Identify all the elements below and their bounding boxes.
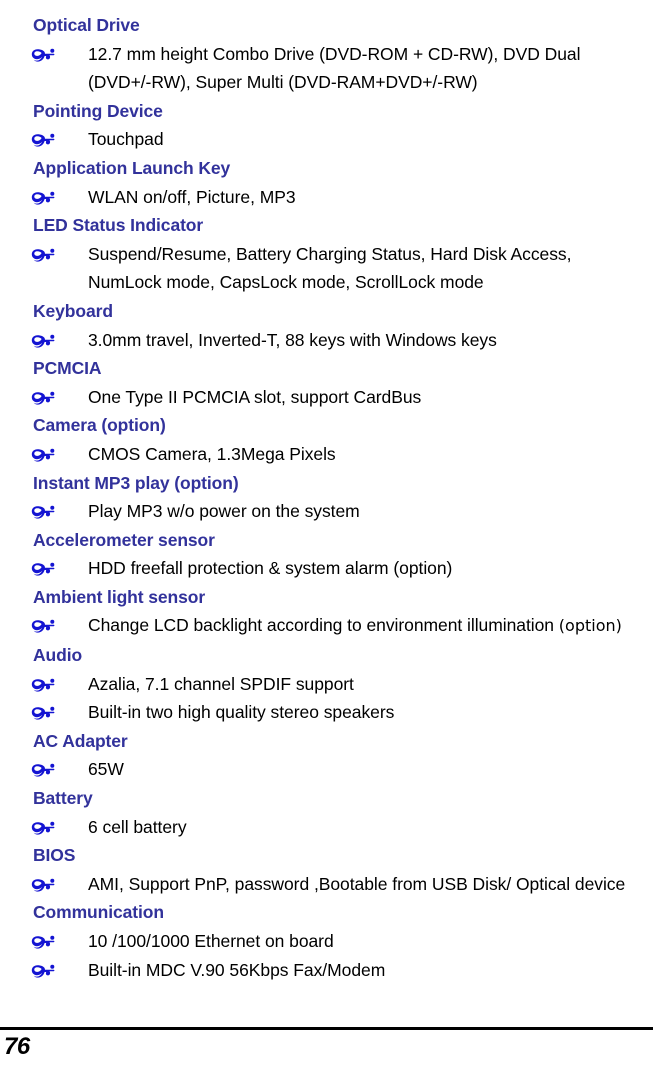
curly-loop-bullet-icon — [31, 670, 61, 699]
spec-section-2: Application Launch Key WLAN on/off, Pict… — [0, 154, 653, 211]
spec-bullet-text: HDD freefall protection & system alarm (… — [88, 558, 453, 579]
spec-bullet-item: WLAN on/off, Picture, MP3 — [0, 183, 653, 212]
spec-section-6: Camera (option) CMOS Camera, 1.3Mega Pix… — [0, 411, 653, 468]
section-heading: Communication — [33, 902, 164, 923]
spec-bullet-text: One Type II PCMCIA slot, support CardBus — [88, 386, 422, 407]
spec-bullet-text: WLAN on/off, Picture, MP3 — [88, 186, 296, 207]
section-heading: Audio — [33, 645, 83, 666]
spec-bullet-item: 6 cell battery — [0, 813, 653, 842]
curly-loop-bullet-icon — [31, 698, 61, 727]
spec-bullet-text: Change LCD backlight according to enviro… — [88, 615, 622, 636]
curly-loop-bullet-icon — [31, 183, 61, 212]
spec-section-11: AC Adapter 65W — [0, 727, 653, 784]
spec-section-12: Battery 6 cell battery — [0, 784, 653, 841]
section-heading: Pointing Device — [33, 100, 163, 121]
spec-bullet-text: AMI, Support PnP, password ,Bootable fro… — [88, 873, 626, 894]
section-heading: Keyboard — [33, 300, 113, 321]
spec-bullet-item: HDD freefall protection & system alarm (… — [0, 554, 653, 583]
spec-bullet-text: 65W — [88, 759, 124, 780]
spec-bullet-item: Change LCD backlight according to enviro… — [0, 611, 653, 641]
spec-bullet-item: Touchpad — [0, 125, 653, 154]
document-page: Optical Drive 12.7 mm height Combo Drive… — [0, 0, 653, 1077]
page-number: 76 — [4, 1033, 30, 1060]
curly-loop-bullet-icon — [31, 326, 61, 355]
spec-bullet-text: Play MP3 w/o power on the system — [88, 501, 360, 522]
specification-list: Optical Drive 12.7 mm height Combo Drive… — [0, 11, 653, 984]
spec-bullet-item: Azalia, 7.1 channel SPDIF support — [0, 670, 653, 699]
spec-bullet-item: Built-in MDC V.90 56Kbps Fax/Modem — [0, 956, 653, 985]
spec-section-0: Optical Drive 12.7 mm height Combo Drive… — [0, 11, 653, 97]
spec-bullet-text: Azalia, 7.1 channel SPDIF support — [88, 673, 354, 694]
curly-loop-bullet-icon — [31, 125, 61, 154]
spec-bullet-item: Play MP3 w/o power on the system — [0, 497, 653, 526]
spec-section-5: PCMCIA One Type II PCMCIA slot, support … — [0, 354, 653, 411]
spec-section-9: Ambient light sensor Change LCD backligh… — [0, 583, 653, 641]
curly-loop-bullet-icon — [31, 927, 61, 956]
curly-loop-bullet-icon — [31, 497, 61, 526]
spec-bullet-text: Built-in two high quality stereo speaker… — [88, 702, 395, 723]
spec-section-8: Accelerometer sensor HDD freefall protec… — [0, 526, 653, 583]
spec-bullet-item: 3.0mm travel, Inverted-T, 88 keys with W… — [0, 326, 653, 355]
spec-bullet-text: 12.7 mm height Combo Drive (DVD-ROM + CD… — [88, 43, 586, 93]
curly-loop-bullet-icon — [31, 611, 61, 640]
section-heading: PCMCIA — [33, 358, 102, 379]
footer-divider — [0, 1027, 653, 1030]
spec-section-13: BIOS AMI, Support PnP, password ,Bootabl… — [0, 841, 653, 898]
spec-bullet-text: Suspend/Resume, Battery Charging Status,… — [88, 243, 577, 293]
spec-bullet-text: 6 cell battery — [88, 816, 187, 837]
spec-bullet-item: 65W — [0, 755, 653, 784]
spec-bullet-text: 10 /100/1000 Ethernet on board — [88, 931, 334, 951]
curly-loop-bullet-icon — [31, 554, 61, 583]
page-footer: 76 — [0, 1027, 653, 1077]
curly-loop-bullet-icon — [31, 240, 61, 269]
section-heading: Ambient light sensor — [33, 586, 206, 607]
curly-loop-bullet-icon — [31, 440, 61, 469]
section-heading: Accelerometer sensor — [33, 529, 215, 550]
curly-loop-bullet-icon — [31, 383, 61, 412]
spec-bullet-item: One Type II PCMCIA slot, support CardBus — [0, 383, 653, 412]
spec-section-4: Keyboard 3.0mm travel, Inverted-T, 88 ke… — [0, 297, 653, 354]
spec-section-14: Communication 10 /100/1000 Ethernet on b… — [0, 898, 653, 984]
section-heading: LED Status Indicator — [33, 215, 204, 236]
spec-bullet-item: 12.7 mm height Combo Drive (DVD-ROM + CD… — [0, 40, 653, 97]
spec-bullet-text: Built-in MDC V.90 56Kbps Fax/Modem — [88, 959, 386, 980]
curly-loop-bullet-icon — [31, 40, 61, 69]
section-heading: Camera (option) — [33, 415, 166, 436]
section-heading: Optical Drive — [33, 15, 140, 35]
section-heading: Instant MP3 play (option) — [33, 472, 239, 493]
spec-bullet-item: AMI, Support PnP, password ,Bootable fro… — [0, 870, 653, 899]
spec-bullet-text: 3.0mm travel, Inverted-T, 88 keys with W… — [88, 329, 497, 350]
spec-section-7: Instant MP3 play (option) Play MP3 w/o p… — [0, 469, 653, 526]
spec-section-3: LED Status Indicator Suspend/Resume, Bat… — [0, 211, 653, 297]
spec-bullet-item: CMOS Camera, 1.3Mega Pixels — [0, 440, 653, 469]
curly-loop-bullet-icon — [31, 956, 61, 985]
spec-bullet-item: Suspend/Resume, Battery Charging Status,… — [0, 240, 653, 297]
curly-loop-bullet-icon — [31, 870, 61, 899]
spec-bullet-item: 10 /100/1000 Ethernet on board — [0, 927, 653, 956]
curly-loop-bullet-icon — [31, 813, 61, 842]
spec-bullet-text: CMOS Camera, 1.3Mega Pixels — [88, 443, 336, 464]
section-heading: Battery — [33, 788, 93, 809]
section-heading: Application Launch Key — [33, 157, 231, 178]
spec-bullet-text-suffix: (option) — [558, 616, 622, 636]
spec-bullet-text: Touchpad — [88, 129, 164, 150]
section-heading: BIOS — [33, 845, 76, 866]
curly-loop-bullet-icon — [31, 755, 61, 784]
spec-section-1: Pointing Device Touchpad — [0, 97, 653, 154]
spec-section-10: Audio Azalia, 7.1 channel SPDIF support … — [0, 641, 653, 727]
section-heading: AC Adapter — [33, 730, 128, 751]
spec-bullet-item: Built-in two high quality stereo speaker… — [0, 698, 653, 727]
